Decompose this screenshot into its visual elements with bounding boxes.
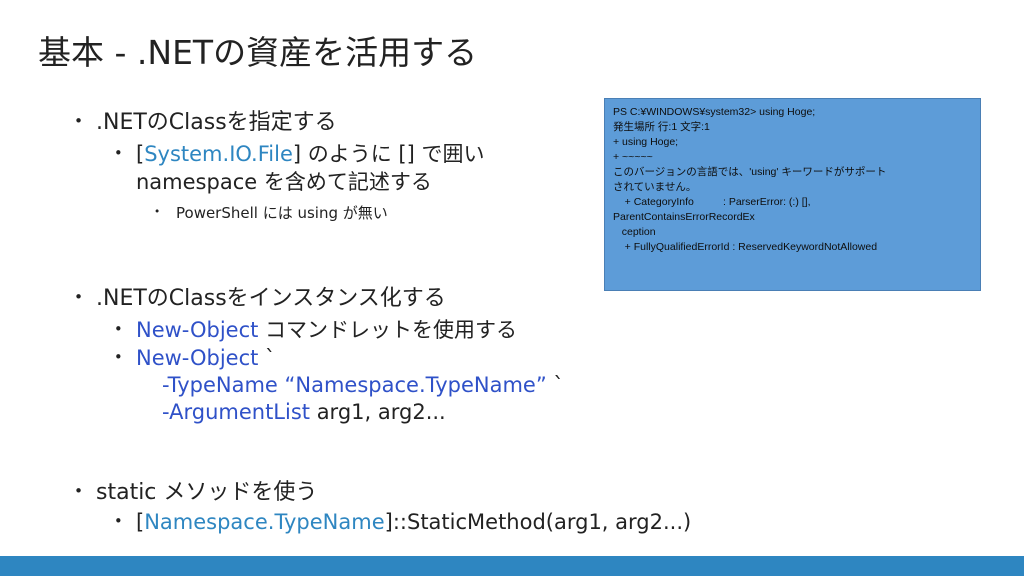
slide-title: 基本 - .NETの資産を活用する: [38, 33, 478, 72]
bullet-static-method: • static メソッドを使う: [74, 474, 317, 506]
bullet-text: static メソッドを使う: [96, 480, 318, 505]
bullet-icon: •: [74, 288, 84, 306]
bullet-icon: •: [114, 320, 123, 338]
subsubbullet-text: PowerShell には using が無い: [176, 204, 388, 222]
backtick: `: [546, 373, 564, 397]
bullet-text: .NETのClassをインスタンス化する: [96, 286, 446, 311]
subbullet-bracket: • [System.IO.File] のように [] で囲い: [114, 138, 485, 168]
command-new-object: New-Object: [136, 318, 259, 342]
command-new-object: New-Object: [136, 346, 259, 370]
bullet-icon: •: [74, 482, 84, 500]
value-typename: “Namespace.TypeName”: [277, 373, 547, 397]
bracket-open: [: [136, 142, 145, 166]
bullet-instantiate: • .NETのClassをインスタンス化する: [74, 280, 446, 312]
backtick: `: [258, 346, 276, 370]
bullet-icon: •: [154, 205, 161, 218]
console-line: + FullyQualifiedErrorId : ReservedKeywor…: [613, 241, 878, 253]
bracket-close: ]: [292, 142, 302, 166]
bullet-text: .NETのClassを指定する: [96, 110, 337, 135]
bullet-icon: •: [114, 144, 123, 162]
footer-bar: [0, 556, 1024, 576]
param-argumentlist: -ArgumentList: [162, 400, 311, 424]
class-name-namespace-typename: Namespace.TypeName: [144, 510, 385, 534]
class-name-system-io-file: System.IO.File: [144, 142, 293, 166]
syntax-argumentlist-line: -ArgumentList arg1, arg2...: [162, 400, 446, 424]
console-line: + CategoryInfo : ParserError: (:) [],: [613, 196, 811, 208]
subbullet-new-object-syntax: • New-Object `: [114, 346, 276, 370]
subsubbullet-no-using: • PowerShell には using が無い: [154, 202, 388, 223]
bullet-class-specify: • .NETのClassを指定する: [74, 104, 337, 136]
console-line: + using Hoge;: [613, 136, 679, 148]
console-output-box: PS C:¥WINDOWS¥system32> using Hoge; 発生場所…: [604, 98, 981, 291]
static-call-text: ]::StaticMethod(arg1, arg2...): [384, 510, 692, 534]
value-arguments: arg1, arg2...: [310, 400, 446, 424]
syntax-typename-line: -TypeName “Namespace.TypeName” `: [162, 373, 564, 397]
console-line: 発生場所 行:1 文字:1: [613, 121, 710, 133]
console-line: + ~~~~~: [613, 151, 653, 163]
console-line: このバージョンの言語では、'using' キーワードがサポート: [613, 166, 887, 178]
console-line: ParentContainsErrorRecordEx: [613, 211, 755, 223]
param-typename: -TypeName: [162, 373, 278, 397]
console-line: PS C:¥WINDOWS¥system32> using Hoge;: [613, 106, 816, 118]
subbullet-text: コマンドレットを使用する: [258, 318, 518, 342]
bullet-icon: •: [74, 112, 84, 130]
console-line: されていません。: [613, 181, 697, 193]
bracket-open: [: [136, 510, 145, 534]
subbullet-new-object: • New-Object コマンドレットを使用する: [114, 314, 517, 344]
bullet-icon: •: [114, 512, 123, 530]
subbullet-bracket-line2: namespace を含めて記述する: [136, 170, 432, 194]
console-line: ception: [613, 226, 656, 238]
bullet-icon: •: [114, 348, 123, 366]
subbullet-static-call: • [Namespace.TypeName]::StaticMethod(arg1…: [114, 510, 691, 534]
subbullet-text: のように [] で囲い: [301, 142, 485, 166]
